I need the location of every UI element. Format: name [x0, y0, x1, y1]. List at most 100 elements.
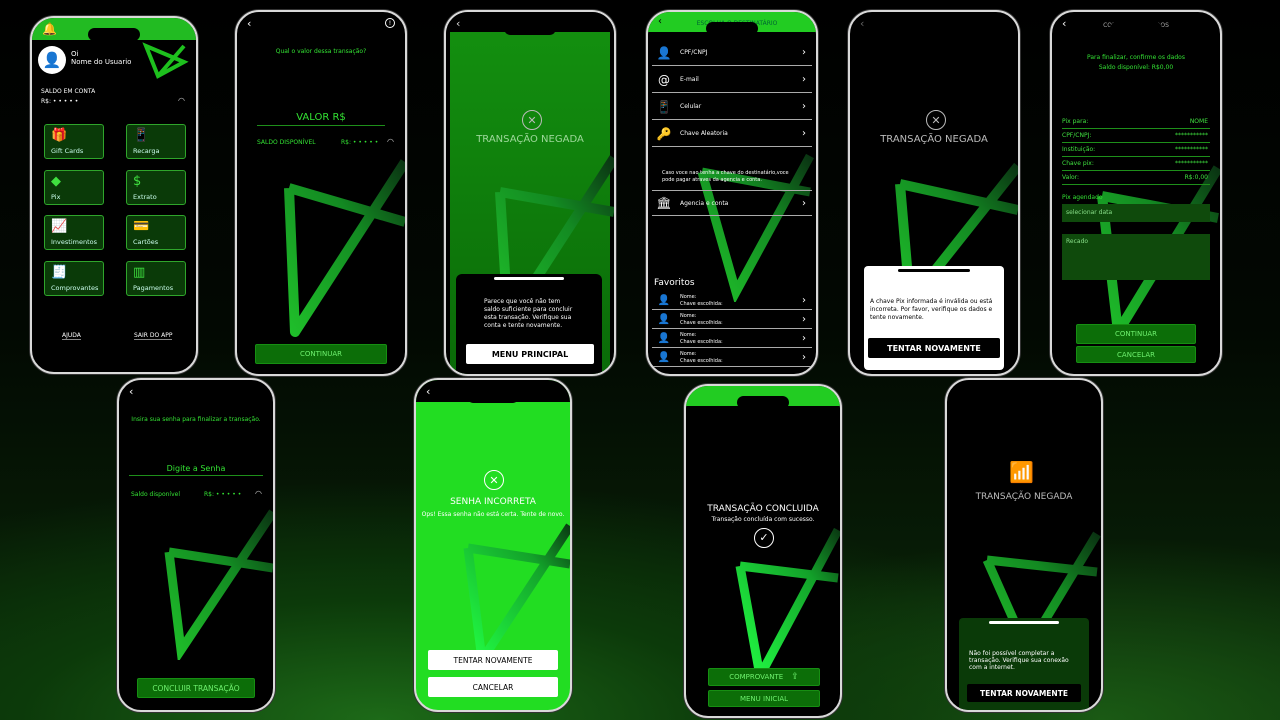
exit-link[interactable]: SAIR DO APP [134, 332, 173, 340]
favorites-title: Favoritos [654, 278, 695, 288]
cancel-button[interactable]: CANCELAR [1076, 346, 1196, 363]
tile-pix[interactable]: ◆ Pix [44, 170, 104, 205]
card-handle[interactable] [898, 269, 970, 272]
chevron-right-icon: › [802, 197, 806, 209]
brand-logo [142, 42, 189, 79]
phone-password: ‹ Insira sua senha para finalizar a tran… [117, 378, 275, 712]
recipient-option-cpf[interactable]: 👤 CPF/CNPJ › [652, 40, 812, 66]
chevron-right-icon: › [802, 47, 806, 58]
retry-button[interactable]: TENTAR NOVAMENTE [868, 338, 1000, 358]
note-input[interactable]: Recado [1062, 234, 1210, 280]
finish-transaction-button[interactable]: CONCLUIR TRANSAÇÃO [137, 678, 255, 698]
recipient-option-random-key[interactable]: 🔑 Chave Aleatoria › [652, 121, 812, 147]
available-balance: Saldo disponível: R$0,00 [1098, 64, 1174, 71]
sheet-handle[interactable] [494, 277, 564, 280]
favorite-key: Chave escolhida: [680, 338, 723, 345]
option-label: Chave Aleatoria [680, 130, 728, 137]
sheet-handle[interactable] [989, 621, 1059, 624]
back-arrow-icon[interactable]: ‹ [456, 17, 460, 30]
receipt-icon: 🧾 [51, 265, 68, 280]
eye-icon[interactable]: ◠ [178, 96, 185, 105]
tile-investimentos[interactable]: 📈 Investimentos [44, 215, 104, 250]
favorite-key: Chave escolhida: [680, 357, 723, 364]
greeting: Oi [71, 50, 79, 58]
favorite-name: Nome: [680, 293, 697, 300]
field-value: *********** [1175, 132, 1208, 139]
user-icon: 👤 [657, 333, 671, 344]
home-menu-button[interactable]: MENU INICIAL [708, 690, 820, 707]
back-arrow-icon[interactable]: ‹ [1062, 17, 1066, 30]
field-value: NOME [1189, 118, 1208, 125]
eye-icon[interactable]: ◠ [387, 137, 394, 146]
check-circle-icon: ✓ [754, 528, 774, 548]
favorite-key: Chave escolhida: [680, 319, 723, 326]
phone-value: ‹ ! Qual o valor dessa transação? VALOR … [235, 10, 407, 376]
chart-icon: 📈 [51, 219, 68, 234]
tile-label: Recarga [133, 147, 160, 155]
key-icon: 🔑 [656, 126, 672, 141]
recipient-option-email[interactable]: @ E-mail › [652, 67, 812, 93]
chevron-right-icon: › [802, 128, 806, 139]
retry-button[interactable]: TENTAR NOVAMENTE [428, 650, 558, 670]
tile-cartões[interactable]: 💳 Cartões [126, 215, 186, 250]
available-label: Saldo disponível [131, 491, 180, 498]
recipient-option-phone[interactable]: 📱 Celular › [652, 94, 812, 120]
field-value: R$:0,00 [1184, 174, 1208, 181]
wrong-password-message: Ops! Essa senha não está certa. Tente de… [421, 511, 565, 518]
denied-title: TRANSAÇÃO NEGADA [476, 134, 584, 145]
retry-button[interactable]: TENTAR NOVAMENTE [967, 684, 1081, 702]
favorite-name: Nome: [680, 331, 697, 338]
pix-icon: ◆ [51, 174, 61, 189]
favorite-item[interactable]: 👤 Nome: Chave escolhida: › [652, 330, 812, 348]
value-question: Qual o valor dessa transação? [275, 48, 367, 55]
field-value: *********** [1175, 146, 1208, 153]
favorite-item[interactable]: 👤 Nome: Chave escolhida: › [652, 311, 812, 329]
phone-icon: 📱 [656, 99, 672, 114]
back-arrow-icon[interactable]: ‹ [129, 385, 133, 398]
tile-label: Comprovantes [51, 284, 99, 292]
confirm-field: Chave pix: *********** [1062, 160, 1210, 171]
chevron-right-icon: › [802, 101, 806, 112]
avatar[interactable]: 👤 [38, 46, 66, 74]
tile-pagamentos[interactable]: ▥ Pagamentos [126, 261, 186, 296]
option-label: E-mail [680, 76, 699, 83]
favorite-key: Chave escolhida: [680, 300, 723, 307]
agency-account-option[interactable]: 🏛 Agencia e conta › [652, 190, 812, 216]
field-label: CPF/CNPJ: [1062, 132, 1092, 139]
agency-label: Agencia e conta [680, 199, 729, 207]
help-link[interactable]: AJUDA [62, 332, 81, 340]
tile-label: Pix [51, 193, 61, 201]
password-input[interactable]: Digite a Senha [129, 464, 263, 476]
denied-title: TRANSAÇÃO NEGADA [880, 134, 988, 145]
success-title: TRANSAÇÃO CONCLUIDA [707, 504, 819, 514]
success-subtitle: Transação concluída com sucesso. [711, 516, 815, 523]
receipt-label: COMPROVANTE [729, 673, 784, 681]
back-arrow-icon[interactable]: ‹ [860, 17, 864, 30]
favorite-item[interactable]: 👤 Nome: Chave escolhida: › [652, 349, 812, 367]
tile-gift-cards[interactable]: 🎁 Gift Cards [44, 124, 104, 159]
info-text: Caso voce nao tenha a chave do destinatá… [662, 170, 789, 183]
favorite-item[interactable]: 👤 Nome: Chave escolhida: › [652, 292, 812, 310]
value-input[interactable]: VALOR R$ [257, 112, 385, 126]
bell-icon[interactable]: 🔔 [42, 22, 57, 36]
gift-icon: 🎁 [51, 128, 68, 143]
favorite-name: Nome: [680, 312, 697, 319]
available-value: R$: • • • • • [341, 139, 379, 146]
continue-button[interactable]: CONTINUAR [255, 344, 387, 364]
user-icon: 👤 [657, 352, 671, 363]
back-arrow-icon[interactable]: ‹ [247, 17, 251, 30]
continue-button[interactable]: CONTINUAR [1076, 324, 1196, 344]
tile-comprovantes[interactable]: 🧾 Comprovantes [44, 261, 104, 296]
back-arrow-icon[interactable]: ‹ [426, 385, 430, 398]
tile-extrato[interactable]: $ Extrato [126, 170, 186, 205]
error-sheet: Não foi possível completar a transação. … [959, 618, 1089, 710]
option-label: Celular [680, 103, 702, 110]
date-input[interactable]: selecionar data [1062, 204, 1210, 222]
tile-recarga[interactable]: 📱 Recarga [126, 124, 186, 159]
notch [295, 22, 347, 35]
chevron-right-icon: › [802, 74, 806, 85]
main-menu-button[interactable]: MENU PRINCIPAL [466, 344, 594, 364]
eye-icon[interactable]: ◠ [255, 489, 262, 498]
receipt-button[interactable]: COMPROVANTE ⇪ [708, 668, 820, 686]
cancel-button[interactable]: CANCELAR [428, 677, 558, 697]
